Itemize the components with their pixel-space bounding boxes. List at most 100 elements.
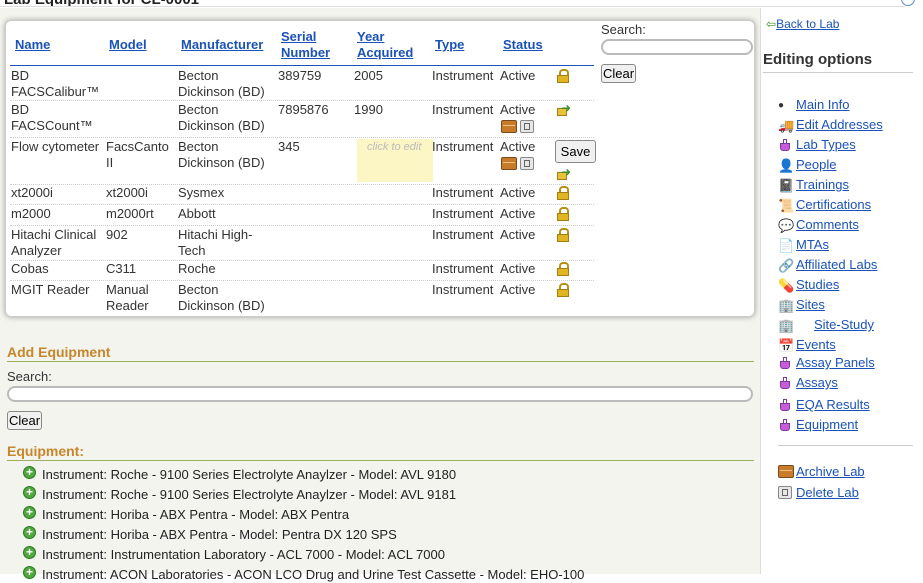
lock-icon[interactable] [557,69,569,83]
cell-type: Instrument [432,139,494,154]
col-header-manufacturer[interactable]: Manufacturer [181,37,263,53]
delete-icon[interactable] [520,120,534,133]
lock-icon[interactable] [557,228,569,242]
equipment-table-panel: Name Model Manufacturer Serial Number Yea… [5,20,755,317]
row-divider [10,204,594,205]
add-clear-button[interactable]: Clear [7,411,42,430]
flask-icon [778,138,792,152]
archive-icon [778,465,794,479]
sidebar-link[interactable]: Sites [796,297,825,313]
header-divider [0,6,905,7]
truck-icon: 🚚 [778,118,795,133]
cell-model: C311 [106,261,137,276]
person-icon: 👤 [778,158,795,173]
unlock-icon[interactable]: ➜ [555,166,571,182]
sidebar-link[interactable]: Comments [796,217,859,233]
flask-icon [778,376,792,390]
table-clear-button[interactable]: Clear [601,64,636,83]
cell-manufacturer: Sysmex [178,185,225,200]
year-acquired-editor[interactable]: click to edit [357,139,433,182]
sidebar-divider-bottom [778,445,913,446]
lock-icon[interactable] [557,207,569,221]
cell-year: 2005 [354,68,383,83]
cell-name: Cobas [11,261,49,276]
flask-icon [778,418,792,432]
back-to-lab-link[interactable]: Back to Lab [776,17,839,31]
editing-sidebar: ⇦Back to Lab Editing options ● Main Info … [762,8,923,574]
add-icon[interactable]: + [23,566,36,579]
cell-name: MGIT Reader [11,282,90,297]
add-icon[interactable]: + [23,506,36,519]
save-button[interactable]: Save [555,140,596,163]
cell-status: Active [500,68,536,83]
add-equipment-divider [7,361,754,362]
lock-icon[interactable] [557,262,569,276]
sidebar-link[interactable]: EQA Results [796,397,870,413]
cell-serial: 389759 [278,68,322,83]
sidebar-link[interactable]: Lab Types [796,137,856,153]
col-header-status[interactable]: Status [503,37,543,53]
sidebar-link[interactable]: Main Info [796,97,849,113]
add-icon[interactable]: + [23,486,36,499]
table-search-input[interactable] [601,39,753,55]
back-arrow-icon: ⇦ [766,17,777,31]
building-icon: 🏢 [778,298,795,313]
add-icon[interactable]: + [23,526,36,539]
cell-manufacturer: Becton Dickinson (BD) [178,102,265,133]
delete-icon[interactable] [520,157,534,170]
cell-type: Instrument [432,102,494,117]
pill-icon: 💊 [778,278,795,293]
sidebar-link[interactable]: Certifications [796,197,871,213]
add-icon[interactable]: + [23,466,36,479]
lock-icon[interactable] [557,186,569,200]
cell-model: m2000rt [106,206,154,221]
sidebar-link[interactable]: People [796,157,836,173]
sidebar-link[interactable]: Equipment [796,417,858,433]
back-to-lab[interactable]: ⇦Back to Lab [766,17,839,31]
cell-status: Active [500,102,536,117]
col-header-serial-number[interactable]: Serial Number [281,29,330,61]
cell-serial: 345 [278,139,300,154]
cell-status: Active [500,206,536,221]
sidebar-link[interactable]: Trainings [796,177,849,193]
add-icon[interactable]: + [23,546,36,559]
sidebar-link[interactable]: Affiliated Labs [796,257,877,273]
cell-name: m2000 [11,206,51,221]
sidebar-link[interactable]: Edit Addresses [796,117,883,133]
certificate-icon: 📜 [778,198,795,213]
sidebar-link[interactable]: Archive Lab [796,464,865,480]
bullet-icon: ● [778,100,785,111]
page-header: Lab Equipment for CL-0001 [0,0,923,8]
sidebar-link[interactable]: Events [796,337,836,353]
cell-name: Hitachi Clinical Analyzer [11,227,97,258]
sidebar-link[interactable]: Site-Study [814,317,874,333]
archive-icon[interactable] [501,157,517,170]
col-header-year-acquired[interactable]: Year Acquired [357,29,413,61]
cell-manufacturer: Hitachi High- Tech [178,227,253,258]
col-header-model[interactable]: Model [109,37,147,53]
sidebar-divider [763,72,913,73]
flask-icon [778,398,792,412]
comment-icon: 💬 [778,218,795,233]
delete-icon [778,486,792,500]
archive-icon[interactable] [501,120,517,133]
col-header-name[interactable]: Name [15,37,50,53]
sidebar-link[interactable]: Studies [796,277,839,293]
sidebar-link[interactable]: MTAs [796,237,829,253]
link-icon: 🔗 [778,258,795,273]
add-search-label: Search: [7,369,52,384]
unlock-icon[interactable]: ➜ [555,102,571,118]
cell-manufacturer: Becton Dickinson (BD) [178,139,265,170]
cell-status: Active [500,139,536,154]
col-header-type[interactable]: Type [435,37,464,53]
lock-icon[interactable] [557,283,569,297]
row-divider [10,137,594,138]
cell-serial: 7895876 [278,102,329,117]
sidebar-link[interactable]: Delete Lab [796,485,859,501]
sidebar-link[interactable]: Assays [796,375,838,391]
add-search-input[interactable] [7,386,753,402]
cell-manufacturer: Becton Dickinson (BD) [178,282,265,313]
calendar-icon: 📅 [778,338,795,353]
cell-type: Instrument [432,261,494,276]
sidebar-link[interactable]: Assay Panels [796,355,875,371]
